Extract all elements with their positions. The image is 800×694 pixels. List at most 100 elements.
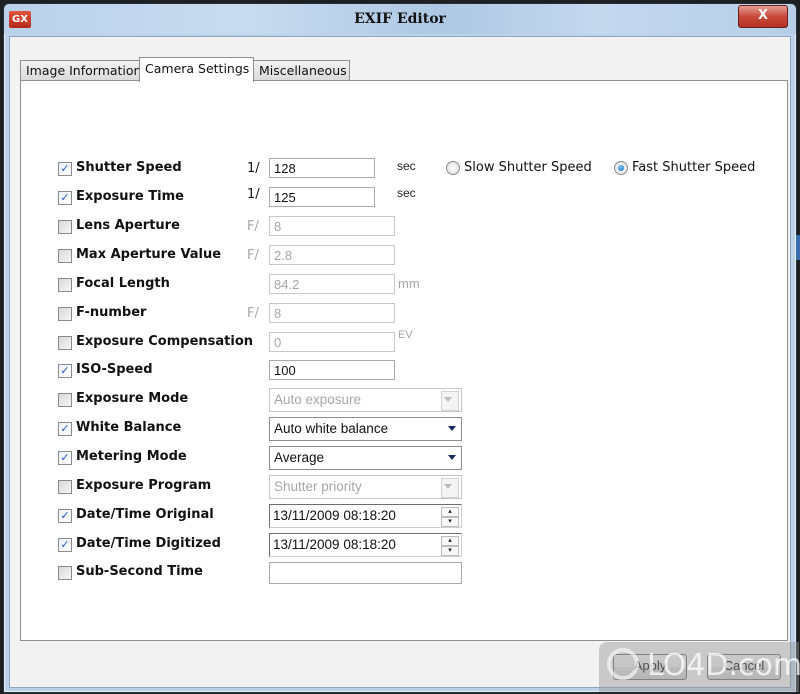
subsecond-time-checkbox[interactable] bbox=[58, 566, 72, 580]
exposure-mode-select[interactable]: Auto exposure bbox=[269, 388, 462, 412]
fast-shutter-radio[interactable] bbox=[614, 161, 628, 175]
chevron-down-icon bbox=[444, 484, 452, 489]
row-lens-aperture: Lens Aperture F/ 8 bbox=[21, 216, 781, 238]
close-icon: X bbox=[757, 8, 769, 23]
spin-down-icon[interactable]: ▾ bbox=[441, 517, 459, 527]
spin-up-icon[interactable]: ▴ bbox=[441, 507, 459, 517]
shutter-speed-label: Shutter Speed bbox=[76, 160, 182, 175]
datetime-original-checkbox[interactable]: ✓ bbox=[58, 509, 72, 523]
lens-aperture-label: Lens Aperture bbox=[76, 218, 180, 233]
metering-mode-select[interactable]: Average bbox=[269, 446, 462, 470]
max-aperture-input[interactable]: 2.8 bbox=[269, 245, 395, 265]
exposure-program-checkbox[interactable] bbox=[58, 480, 72, 494]
focal-length-label: Focal Length bbox=[76, 276, 170, 291]
close-button[interactable]: X bbox=[738, 5, 788, 28]
check-icon: ✓ bbox=[60, 538, 70, 551]
exposure-compensation-checkbox[interactable] bbox=[58, 336, 72, 350]
f-number-checkbox[interactable] bbox=[58, 307, 72, 321]
datetime-original-spinner[interactable]: ▴ ▾ bbox=[441, 507, 459, 527]
shutter-speed-prefix: 1/ bbox=[247, 161, 260, 176]
datetime-digitized-checkbox[interactable]: ✓ bbox=[58, 538, 72, 552]
datetime-digitized-picker[interactable]: 13/11/2009 08:18:20 ▴ ▾ bbox=[269, 533, 462, 557]
exposure-program-value: Shutter priority bbox=[274, 479, 362, 494]
metering-mode-value: Average bbox=[274, 450, 325, 465]
exposure-mode-checkbox[interactable] bbox=[58, 393, 72, 407]
datetime-original-value: 13/11/2009 08:18:20 bbox=[273, 508, 396, 523]
exposure-time-label: Exposure Time bbox=[76, 189, 184, 204]
row-max-aperture: Max Aperture Value F/ 2.8 bbox=[21, 245, 781, 267]
slow-shutter-radio[interactable] bbox=[446, 161, 460, 175]
focal-length-checkbox[interactable] bbox=[58, 278, 72, 292]
fast-shutter-label[interactable]: Fast Shutter Speed bbox=[632, 160, 755, 175]
exposure-program-label: Exposure Program bbox=[76, 478, 212, 493]
watermark-logo-icon bbox=[607, 648, 639, 680]
lens-aperture-input[interactable]: 8 bbox=[269, 216, 395, 236]
row-shutter-speed: ✓ Shutter Speed 1/ 128 sec Slow Shutter … bbox=[21, 158, 781, 180]
datetime-digitized-label: Date/Time Digitized bbox=[76, 536, 221, 551]
max-aperture-label: Max Aperture Value bbox=[76, 247, 222, 262]
f-number-input[interactable]: 8 bbox=[269, 303, 395, 323]
exposure-compensation-input[interactable]: 0 bbox=[269, 332, 395, 352]
max-aperture-checkbox[interactable] bbox=[58, 249, 72, 263]
row-datetime-original: ✓ Date/Time Original 13/11/2009 08:18:20… bbox=[21, 504, 781, 528]
row-exposure-program: Exposure Program Shutter priority bbox=[21, 475, 781, 499]
f-number-label: F-number bbox=[76, 305, 147, 320]
datetime-digitized-spinner[interactable]: ▴ ▾ bbox=[441, 536, 459, 556]
iso-speed-input[interactable]: 100 bbox=[269, 360, 395, 380]
row-exposure-compensation: Exposure Compensation 0 EV bbox=[21, 329, 781, 354]
check-icon: ✓ bbox=[60, 162, 70, 175]
check-icon: ✓ bbox=[60, 451, 70, 464]
exposure-compensation-unit: EV bbox=[398, 329, 413, 341]
row-metering-mode: ✓ Metering Mode Average bbox=[21, 446, 781, 470]
exposure-time-unit: sec bbox=[397, 186, 416, 200]
slow-shutter-label[interactable]: Slow Shutter Speed bbox=[464, 160, 592, 175]
dialog-body: Image Information Camera Settings Miscel… bbox=[9, 36, 791, 688]
row-white-balance: ✓ White Balance Auto white balance bbox=[21, 417, 781, 441]
chevron-down-icon bbox=[448, 426, 456, 431]
datetime-original-label: Date/Time Original bbox=[76, 507, 214, 522]
metering-mode-checkbox[interactable]: ✓ bbox=[58, 451, 72, 465]
lens-aperture-prefix: F/ bbox=[247, 219, 259, 234]
white-balance-label: White Balance bbox=[76, 420, 182, 435]
f-number-prefix: F/ bbox=[247, 306, 259, 321]
exposure-time-prefix: 1/ bbox=[247, 187, 260, 202]
iso-speed-label: ISO-Speed bbox=[76, 362, 153, 377]
window-title: EXIF Editor bbox=[354, 11, 446, 27]
white-balance-select[interactable]: Auto white balance bbox=[269, 417, 462, 441]
row-exposure-time: ✓ Exposure Time 1/ 125 sec bbox=[21, 186, 781, 209]
exposure-mode-value: Auto exposure bbox=[274, 392, 362, 407]
exposure-program-select[interactable]: Shutter priority bbox=[269, 475, 462, 499]
title-bar[interactable]: GX EXIF Editor X bbox=[4, 4, 796, 34]
spin-up-icon[interactable]: ▴ bbox=[441, 536, 459, 546]
check-icon: ✓ bbox=[60, 509, 70, 522]
lens-aperture-checkbox[interactable] bbox=[58, 220, 72, 234]
shutter-speed-input[interactable]: 128 bbox=[269, 158, 375, 178]
row-subsecond-time: Sub-Second Time bbox=[21, 562, 781, 584]
watermark-text: LO4D.com bbox=[647, 648, 800, 683]
exposure-time-input[interactable]: 125 bbox=[269, 187, 375, 207]
iso-speed-checkbox[interactable]: ✓ bbox=[58, 364, 72, 378]
white-balance-checkbox[interactable]: ✓ bbox=[58, 422, 72, 436]
exposure-time-checkbox[interactable]: ✓ bbox=[58, 191, 72, 205]
row-iso-speed: ✓ ISO-Speed 100 bbox=[21, 360, 781, 382]
focal-length-unit: mm bbox=[398, 276, 420, 291]
chevron-down-icon bbox=[448, 455, 456, 460]
datetime-original-picker[interactable]: 13/11/2009 08:18:20 ▴ ▾ bbox=[269, 504, 462, 528]
subsecond-time-input[interactable] bbox=[269, 562, 462, 584]
exposure-mode-label: Exposure Mode bbox=[76, 391, 189, 406]
tab-image-information[interactable]: Image Information bbox=[20, 60, 141, 81]
background-window-edge bbox=[796, 235, 800, 260]
spin-down-icon[interactable]: ▾ bbox=[441, 546, 459, 556]
camera-settings-panel: ✓ Shutter Speed 1/ 128 sec Slow Shutter … bbox=[20, 80, 788, 641]
shutter-speed-checkbox[interactable]: ✓ bbox=[58, 162, 72, 176]
focal-length-input[interactable]: 84.2 bbox=[269, 274, 395, 294]
row-focal-length: Focal Length 84.2 mm bbox=[21, 274, 781, 296]
exposure-compensation-label: Exposure Compensation bbox=[76, 334, 254, 349]
shutter-speed-unit: sec bbox=[397, 159, 416, 173]
watermark: LO4D.com bbox=[599, 642, 800, 692]
tab-miscellaneous[interactable]: Miscellaneous bbox=[253, 60, 350, 81]
tab-camera-settings[interactable]: Camera Settings bbox=[139, 57, 254, 82]
datetime-digitized-value: 13/11/2009 08:18:20 bbox=[273, 537, 396, 552]
check-icon: ✓ bbox=[60, 364, 70, 377]
check-icon: ✓ bbox=[60, 422, 70, 435]
